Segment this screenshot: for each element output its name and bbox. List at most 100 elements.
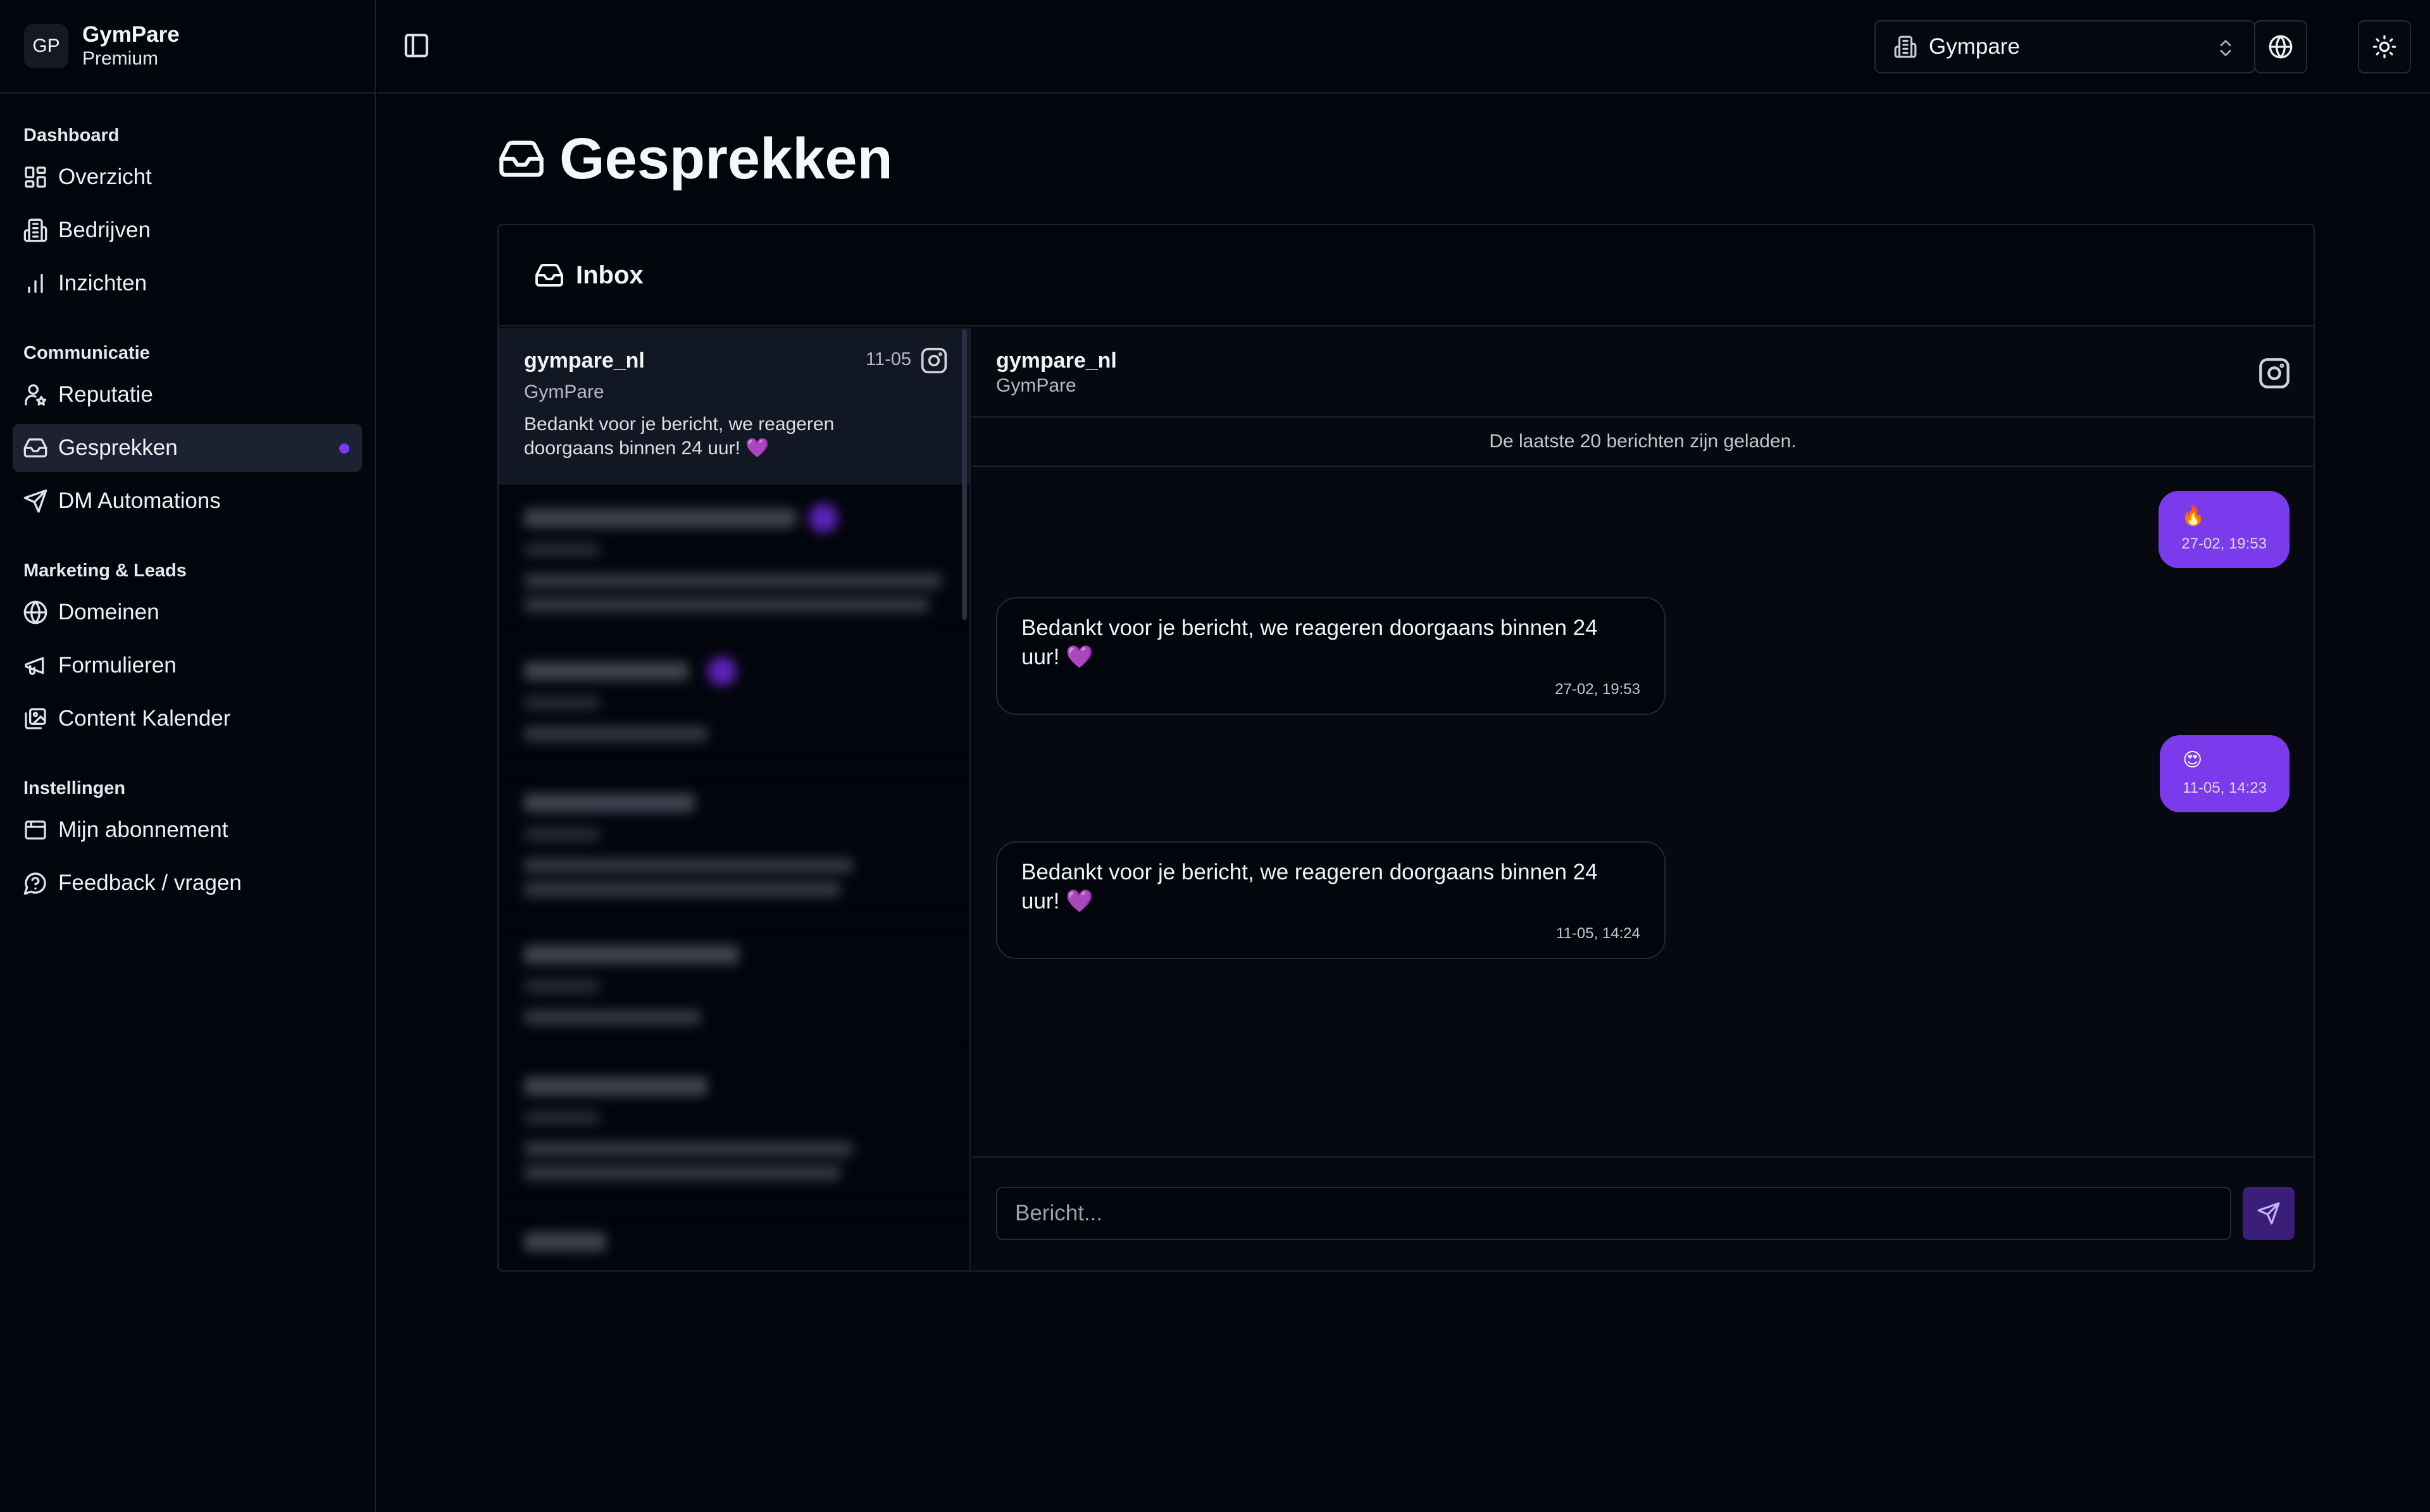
brand-text: GymPare Premium [82,22,180,70]
message-text: Bedankt voor je bericht, we reageren doo… [1021,860,1598,914]
chat-contact-account: GymPare [996,375,1076,396]
organization-select[interactable]: Gympare [1874,20,2255,73]
brand-logo: GP [24,24,68,68]
inbox-icon [497,135,559,183]
brand-name: GymPare [82,22,180,47]
nav-group-dashboard: Dashboard Overzicht Bedrijven Inzichten [0,118,375,307]
conversation-item-redacted[interactable] [499,638,969,769]
messages-loaded-notice: De laatste 20 berichten zijn geladen. [972,418,2314,467]
redacted-name [524,945,739,964]
sidebar-item-content-kalender[interactable]: Content Kalender [13,695,362,743]
globe-icon [23,600,48,625]
sidebar-item-inzichten[interactable]: Inzichten [13,259,362,307]
conversation-account: GymPare [524,381,604,402]
conversation-item-redacted[interactable] [499,485,969,638]
chevrons-up-down-icon [2215,37,2236,59]
sidebar-item-label: Bedrijven [58,218,151,242]
sidebar-item-label: Content Kalender [58,706,231,731]
sidebar-item-label: Feedback / vragen [58,871,242,895]
sidebar-item-gesprekken[interactable]: Gesprekken [13,424,362,472]
page-title-text: Gesprekken [559,126,893,191]
inbox-card: Inbox gympare_nl GymPare Bedankt voor je… [497,224,2315,1272]
nav-group-title: Marketing & Leads [23,561,187,581]
sidebar-item-reputatie[interactable]: Reputatie [13,371,362,419]
message-thread: 🔥 27-02, 19:53 Bedankt voor je bericht, … [972,467,2314,1160]
sidebar-item-label: Overzicht [58,164,152,189]
message-incoming: Bedankt voor je bericht, we reageren doo… [996,597,1666,715]
conversation-item[interactable]: gympare_nl GymPare Bedankt voor je beric… [499,328,969,485]
redacted-preview [524,1141,853,1156]
page-title: Gesprekken [497,124,893,194]
sidebar-nav: Dashboard Overzicht Bedrijven Inzichten … [0,94,375,907]
topbar: Gympare [377,0,2430,94]
inbox-header: Inbox [499,225,2314,326]
conversation-preview: Bedankt voor je bericht, we reageren doo… [524,414,835,459]
theme-toggle-button[interactable] [2358,20,2411,73]
message-text: Bedankt voor je bericht, we reageren doo… [1021,616,1598,669]
sidebar-item-mijn-abonnement[interactable]: Mijn abonnement [13,806,362,854]
sidebar-item-bedrijven[interactable]: Bedrijven [13,206,362,254]
conversation-list: gympare_nl GymPare Bedankt voor je beric… [499,328,971,1270]
globe-icon [2268,34,2293,59]
conversation-date: 11-05 [865,349,911,369]
dashboard-icon [23,164,48,190]
sidebar-item-label: DM Automations [58,488,221,513]
instagram-icon[interactable] [2258,357,2291,390]
chat-contact-name: gympare_nl [996,349,1117,373]
inbox-title: Inbox [576,261,644,289]
message-time: 27-02, 19:53 [1555,681,1640,698]
sidebar-toggle-icon[interactable] [402,32,430,59]
send-icon [23,488,48,514]
sidebar-item-feedback[interactable]: Feedback / vragen [13,859,362,907]
chat-header: gympare_nl GymPare [972,328,2314,418]
sidebar-item-label: Inzichten [58,271,147,295]
redacted-name [524,504,838,533]
inbox-icon [23,435,48,461]
message-input[interactable] [996,1187,2231,1240]
message-text: 🔥 [2181,505,2205,526]
sidebar-item-label: Reputatie [58,382,153,407]
sidebar-item-label: Mijn abonnement [58,817,228,842]
chat-panel: gympare_nl GymPare De laatste 20 bericht… [972,328,2314,1270]
nav-group-title: Dashboard [23,125,120,146]
building-icon [1893,35,1917,59]
inbox-icon [534,260,576,290]
sidebar-item-formulieren[interactable]: Formulieren [13,641,362,690]
nav-group-marketing: Marketing & Leads Domeinen Formulieren C… [0,553,375,743]
sidebar-item-domeinen[interactable]: Domeinen [13,588,362,636]
wallet-icon [23,817,48,843]
sidebar-item-label: Gesprekken [58,435,178,460]
redacted-name [524,1077,707,1096]
redacted-account [524,543,600,557]
message-time: 11-05, 14:24 [1556,925,1640,942]
conversation-list-scrollbar[interactable] [962,329,967,620]
brand-plan: Premium [82,48,159,69]
nav-group-communicatie: Communicatie Reputatie Gesprekken DM Aut… [0,335,375,525]
redacted-preview [524,726,707,741]
images-icon [23,706,48,731]
message-time: 27-02, 19:53 [2181,535,2267,552]
send-button[interactable] [2243,1187,2295,1240]
unread-badge [707,657,737,686]
nav-group-title: Communicatie [23,343,150,363]
help-circle-icon [23,871,48,896]
unread-badge [809,504,838,533]
message-outgoing: 😍 11-05, 14:23 [2160,735,2290,812]
sidebar-item-dm-automations[interactable]: DM Automations [13,477,362,525]
organization-select-value: Gympare [1929,34,2020,59]
redacted-account [524,1111,600,1125]
language-button[interactable] [2254,20,2307,73]
conversation-item-redacted[interactable] [499,921,969,1053]
conversation-item-redacted[interactable] [499,1208,969,1270]
redacted-account [524,696,600,710]
nav-group-instellingen: Instellingen Mijn abonnement Feedback / … [0,771,375,907]
bar-chart-icon [23,271,48,296]
conversation-item-redacted[interactable] [499,769,969,921]
conversation-item-redacted[interactable] [499,1053,969,1208]
megaphone-icon [23,653,48,678]
sun-icon [2372,34,2397,59]
brand[interactable]: GP GymPare Premium [0,0,375,94]
sidebar-item-label: Domeinen [58,600,159,624]
sidebar-item-overzicht[interactable]: Overzicht [13,153,362,201]
redacted-preview [524,858,853,873]
